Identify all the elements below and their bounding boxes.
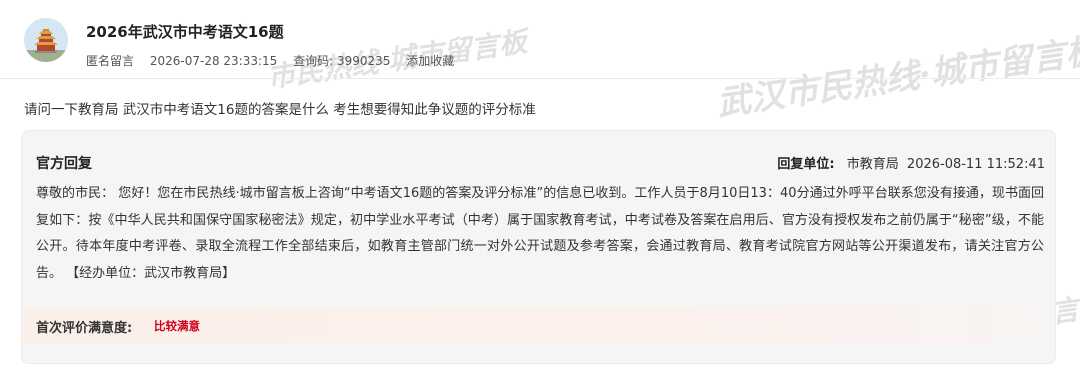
- official-reply-panel: 官方回复 回复单位: 市教育局 2026-08-11 11:52:41 尊敬的市…: [21, 130, 1056, 364]
- reply-body: 尊敬的市民： 您好！您在市民热线·城市留言板上咨询“中考语文16题的答案及评分标…: [36, 186, 1044, 281]
- query-code: 查询码: 3990235: [293, 54, 391, 68]
- avatar: [24, 18, 68, 62]
- reply-unit-info: 回复单位: 市教育局 2026-08-11 11:52:41: [777, 153, 1045, 172]
- post-datetime: 2026-07-28 23:33:15: [149, 54, 278, 68]
- reply-unit-value: 市教育局: [846, 157, 899, 172]
- rating-value: 比较满意: [154, 319, 200, 333]
- rating-label: 首次评价满意度:: [36, 321, 133, 336]
- message-page: 市民热线·城市留言板 武汉市民热线·城市留言板 市民热线·城市留言板 市民热线·…: [0, 0, 1080, 368]
- author-label: 匿名留言: [86, 54, 135, 68]
- add-favorite-link[interactable]: 添加收藏: [406, 54, 454, 68]
- reply-time: 2026-08-11 11:52:41: [906, 157, 1045, 172]
- header-divider: [0, 78, 1080, 79]
- satisfaction-rating: 首次评价满意度: 比较满意: [22, 307, 1045, 343]
- yellow-crane-tower-icon: [24, 18, 68, 62]
- official-reply-label: 官方回复: [36, 156, 92, 172]
- post-meta: 匿名留言 2026-07-28 23:33:15 查询码: 3990235 添加…: [86, 52, 466, 69]
- post-header: 2026年武汉市中考语文16题 匿名留言 2026-07-28 23:33:15…: [24, 18, 1054, 74]
- reply-unit-label: 回复单位:: [777, 157, 835, 172]
- question-text: 请问一下教育局 武汉市中考语文16题的答案是什么 考生想要得知此争议题的评分标准: [24, 102, 536, 118]
- post-title: 2026年武汉市中考语文16题: [86, 23, 284, 41]
